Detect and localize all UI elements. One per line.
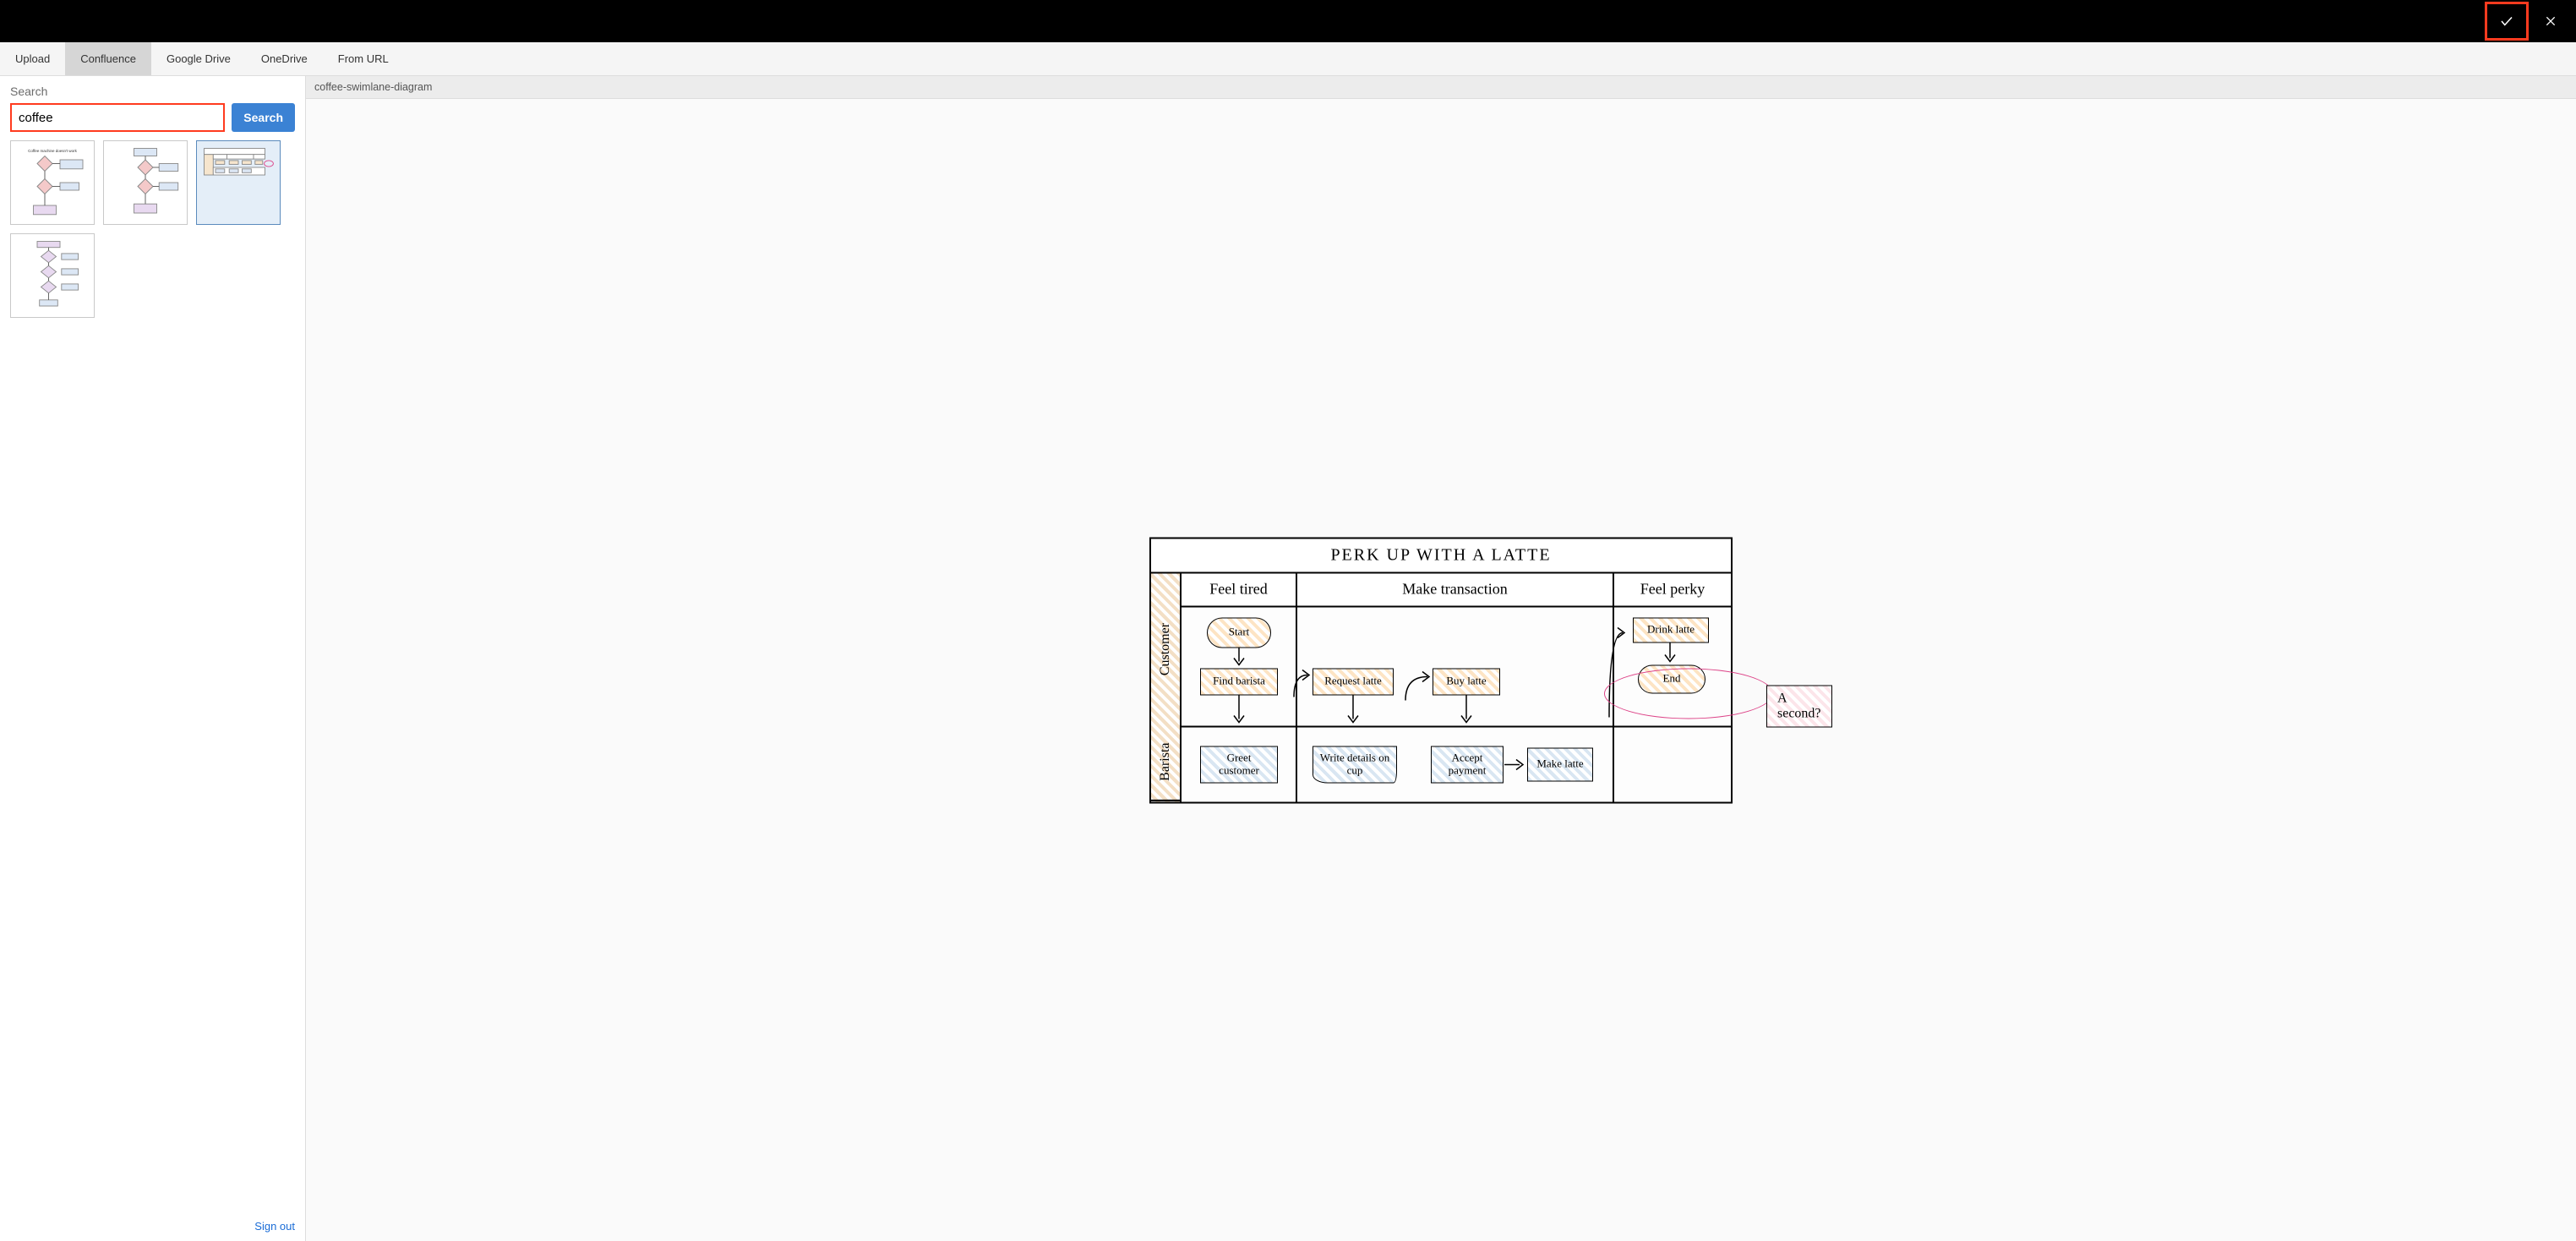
titlebar — [0, 0, 2576, 42]
signout-row: Sign out — [10, 1211, 295, 1233]
tab-from-url[interactable]: From URL — [323, 42, 404, 75]
node-find-barista: Find barista — [1200, 668, 1278, 695]
thumbnail-4[interactable] — [10, 233, 95, 318]
cell-barista-tired: Greet customer — [1182, 725, 1296, 801]
node-accept-payment: Accept payment — [1431, 746, 1504, 783]
source-tabs: Upload Confluence Google Drive OneDrive … — [0, 42, 2576, 76]
node-request-latte: Request latte — [1313, 668, 1394, 695]
annotation-box: A second? — [1766, 685, 1832, 727]
preview-filename: coffee-swimlane-diagram — [306, 76, 2576, 99]
node-make-latte: Make latte — [1527, 747, 1593, 781]
signout-link[interactable]: Sign out — [254, 1220, 295, 1233]
confirm-button[interactable] — [2485, 2, 2529, 41]
col-feel-perky: Feel perky — [1613, 573, 1731, 607]
thumbnail-grid: Coffee machine doesn't work — [10, 140, 295, 318]
tab-upload[interactable]: Upload — [0, 42, 65, 75]
cell-barista-transaction: Write details on cup Accept payment Make… — [1296, 725, 1613, 801]
node-write-cup: Write details on cup — [1313, 746, 1397, 783]
svg-text:Coffee machine doesn't work: Coffee machine doesn't work — [28, 149, 78, 153]
main-panel: Upload Confluence Google Drive OneDrive … — [0, 42, 2576, 1241]
close-icon — [2544, 14, 2557, 28]
thumbnail-3[interactable] — [196, 140, 281, 225]
node-buy-latte: Buy latte — [1433, 668, 1500, 695]
search-label: Search — [10, 85, 295, 98]
col-make-transaction: Make transaction — [1296, 573, 1613, 607]
swimlane-diagram: PERK UP WITH A LATTE Customer Barista Fe… — [1149, 537, 1733, 803]
col-feel-tired: Feel tired — [1182, 573, 1296, 607]
diagram-title: PERK UP WITH A LATTE — [1151, 538, 1731, 573]
cell-customer-tired: Start Find barista — [1182, 607, 1296, 725]
node-drink-latte: Drink latte — [1633, 617, 1709, 642]
search-input[interactable] — [10, 103, 225, 132]
cell-barista-perky — [1613, 725, 1731, 801]
lane-barista: Barista — [1151, 724, 1180, 801]
lane-customer: Customer — [1151, 573, 1180, 724]
thumbnail-1[interactable]: Coffee machine doesn't work — [10, 140, 95, 225]
cell-customer-transaction: Request latte Buy latte — [1296, 607, 1613, 725]
search-row: Search — [10, 103, 295, 132]
preview-canvas[interactable]: PERK UP WITH A LATTE Customer Barista Fe… — [306, 99, 2576, 1241]
tab-onedrive[interactable]: OneDrive — [246, 42, 323, 75]
check-icon — [2499, 14, 2514, 29]
tab-google-drive[interactable]: Google Drive — [151, 42, 246, 75]
sidebar: Search Search Coffee machine doesn't wor… — [0, 76, 306, 1241]
content-row: Search Search Coffee machine doesn't wor… — [0, 76, 2576, 1241]
tab-confluence[interactable]: Confluence — [65, 42, 151, 75]
annotation-circle — [1604, 668, 1773, 719]
thumbnail-2[interactable] — [103, 140, 188, 225]
node-start: Start — [1207, 617, 1271, 648]
search-button[interactable]: Search — [232, 103, 295, 132]
preview-panel: coffee-swimlane-diagram PERK UP WITH A L… — [306, 76, 2576, 1241]
close-button[interactable] — [2529, 2, 2573, 41]
node-greet-customer: Greet customer — [1200, 746, 1278, 783]
